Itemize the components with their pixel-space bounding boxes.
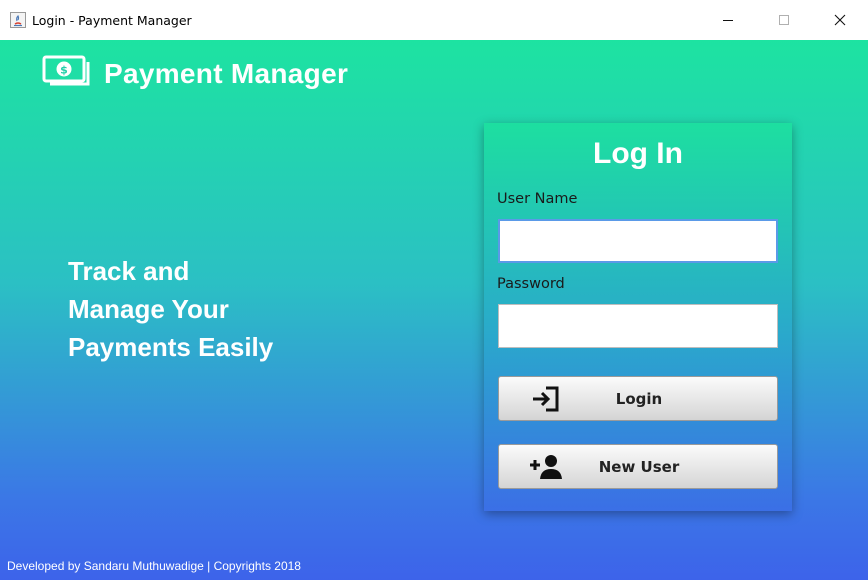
svg-text:$: $ (60, 64, 68, 77)
footer-credits: Developed by Sandaru Muthuwadige | Copyr… (7, 559, 301, 573)
username-input[interactable] (498, 219, 778, 263)
minimize-icon[interactable] (700, 0, 756, 40)
tagline-line-2: Manage Your (68, 294, 229, 324)
close-icon[interactable] (812, 0, 868, 40)
login-title: Log In (593, 137, 683, 170)
main-panel: $ Payment Manager Track and Manage Your … (0, 40, 868, 580)
password-input[interactable] (498, 304, 778, 348)
username-label: User Name (497, 191, 578, 207)
login-card: Log In User Name Password Login New User (484, 123, 792, 511)
tagline-line-1: Track and (68, 256, 190, 286)
password-label: Password (497, 276, 565, 292)
title-bar: Login - Payment Manager (0, 0, 868, 40)
login-button[interactable]: Login (498, 376, 778, 421)
login-button-label: Login (615, 389, 663, 408)
new-user-button-label: New User (598, 457, 680, 476)
window-controls (700, 0, 868, 40)
window-title: Login - Payment Manager (32, 12, 192, 28)
app-title: Payment Manager (104, 57, 349, 89)
login-window: Login - Payment Manager $ Payment Manage… (0, 0, 868, 580)
java-app-icon (10, 12, 26, 28)
maximize-icon[interactable] (756, 0, 812, 40)
tagline: Track and Manage Your Payments Easily (68, 252, 368, 366)
new-user-button[interactable]: New User (498, 444, 778, 489)
money-bill-icon: $ (42, 54, 92, 93)
brand-header: $ Payment Manager (42, 54, 348, 93)
tagline-line-3: Payments Easily (68, 332, 274, 362)
